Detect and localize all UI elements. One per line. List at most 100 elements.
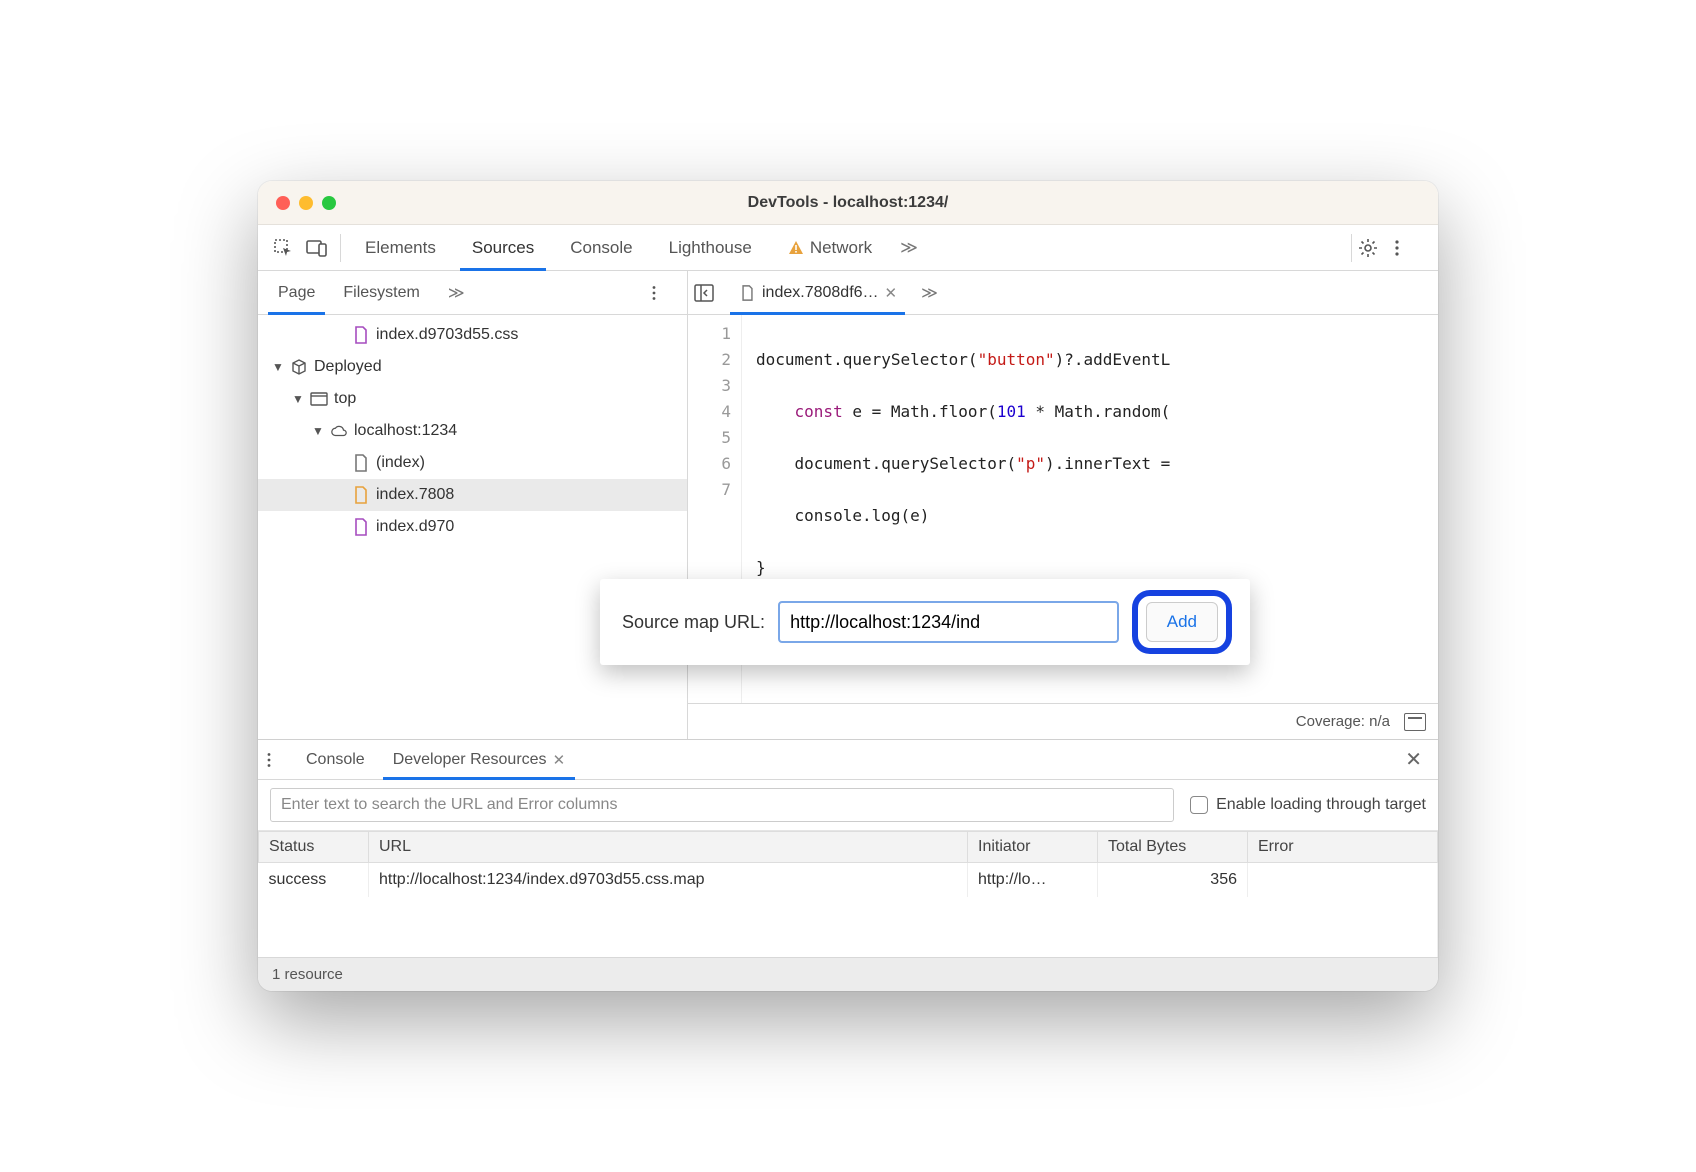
content-row: Page Filesystem ≫ index.d9703d55.css ▼ D… [258, 271, 1438, 739]
css-file-icon [352, 517, 370, 537]
close-tab-icon[interactable]: ✕ [553, 751, 566, 769]
inspect-element-icon[interactable] [266, 231, 300, 265]
tab-console-label: Console [570, 238, 632, 258]
caret-icon: ▼ [272, 360, 284, 374]
file-label: index.7808 [376, 486, 454, 504]
cloud-icon [330, 421, 348, 441]
file-tree: index.d9703d55.css ▼ Deployed ▼ top ▼ lo… [258, 315, 687, 739]
editor-more-tabs[interactable]: ≫ [911, 271, 948, 314]
col-label: Initiator [978, 838, 1030, 855]
more-options-button[interactable] [1394, 239, 1430, 257]
enable-loading-checkbox[interactable]: Enable loading through target [1190, 796, 1426, 814]
cell-initiator: http://lo… [968, 863, 1098, 898]
expand-pane-icon[interactable] [1404, 713, 1426, 731]
code-text: document.querySelector( [756, 454, 1016, 473]
css-file-icon [352, 325, 370, 345]
tab-console[interactable]: Console [552, 225, 650, 270]
search-input[interactable] [270, 788, 1174, 822]
cell-total-bytes: 356 [1098, 863, 1248, 898]
sidebar-more-tabs[interactable]: ≫ [434, 271, 479, 314]
device-toggle-icon[interactable] [300, 231, 334, 265]
line-number: 6 [688, 451, 731, 477]
sidebar-tab-page[interactable]: Page [264, 271, 329, 314]
line-number: 7 [688, 477, 731, 503]
code-text: ).innerText = [1045, 454, 1170, 473]
tab-elements[interactable]: Elements [347, 225, 454, 270]
main-toolbar: Elements Sources Console Lighthouse Netw… [258, 225, 1438, 271]
checkbox-icon [1190, 796, 1208, 814]
cube-icon [290, 357, 308, 377]
devtools-window: DevTools - localhost:1234/ Elements Sour… [258, 181, 1438, 991]
code-text: )?.addEventL [1055, 350, 1171, 369]
file-css-2[interactable]: index.d970 [258, 511, 687, 543]
tree-host[interactable]: ▼ localhost:1234 [258, 415, 687, 447]
tree-deployed[interactable]: ▼ Deployed [258, 351, 687, 383]
status-text: 1 resource [272, 966, 343, 983]
drawer: Console Developer Resources ✕ ✕ Enable l… [258, 739, 1438, 991]
sources-sidebar: Page Filesystem ≫ index.d9703d55.css ▼ D… [258, 271, 688, 739]
tab-sources-label: Sources [472, 238, 534, 258]
code-number: 101 [997, 402, 1026, 421]
col-error[interactable]: Error [1248, 832, 1438, 863]
js-file-icon [352, 485, 370, 505]
editor-tabs: index.7808df6… ✕ ≫ [688, 271, 1438, 315]
cell-status: success [259, 863, 369, 898]
drawer-tabs: Console Developer Resources ✕ ✕ [258, 740, 1438, 780]
col-label: URL [379, 838, 411, 855]
line-number: 5 [688, 425, 731, 451]
document-icon [738, 283, 756, 303]
tab-lighthouse[interactable]: Lighthouse [651, 225, 770, 270]
code-text: e = Math.floor( [843, 402, 997, 421]
coverage-label: Coverage: n/a [1296, 713, 1390, 730]
editor-tab-active[interactable]: index.7808df6… ✕ [728, 271, 907, 314]
sidebar-tab-page-label: Page [278, 284, 315, 302]
file-index[interactable]: (index) [258, 447, 687, 479]
file-css[interactable]: index.d9703d55.css [258, 319, 687, 351]
editor-tab-label: index.7808df6… [762, 284, 879, 302]
tree-top[interactable]: ▼ top [258, 383, 687, 415]
tree-label: localhost:1234 [354, 422, 457, 440]
source-map-url-input[interactable] [779, 602, 1118, 642]
drawer-close-button[interactable]: ✕ [1397, 747, 1430, 772]
editor-pane: index.7808df6… ✕ ≫ 1 2 3 4 5 6 7 documen… [688, 271, 1438, 739]
caret-icon: ▼ [292, 392, 304, 406]
col-label: Status [269, 838, 314, 855]
code-string: "button" [978, 350, 1055, 369]
caret-icon: ▼ [312, 424, 324, 438]
code-text: } [756, 558, 766, 577]
file-label: index.d9703d55.css [376, 326, 518, 344]
col-total-bytes[interactable]: Total Bytes [1098, 832, 1248, 863]
col-initiator[interactable]: Initiator [968, 832, 1098, 863]
tab-elements-label: Elements [365, 238, 436, 258]
sidebar-options-button[interactable] [651, 285, 681, 301]
col-status[interactable]: Status [259, 832, 369, 863]
drawer-tab-dev-resources[interactable]: Developer Resources ✕ [379, 740, 579, 779]
drawer-tab-console[interactable]: Console [292, 740, 379, 779]
sidebar-tab-filesystem[interactable]: Filesystem [329, 271, 433, 314]
add-button-highlight: Add [1132, 590, 1232, 654]
code-string: "p" [1016, 454, 1045, 473]
resources-table: Status URL Initiator Total Bytes Error s… [258, 831, 1438, 957]
add-button-label: Add [1167, 612, 1197, 631]
line-number: 4 [688, 399, 731, 425]
file-label: index.d970 [376, 518, 454, 536]
table-row[interactable]: success http://localhost:1234/index.d970… [259, 863, 1438, 898]
tab-sources[interactable]: Sources [454, 225, 552, 270]
col-url[interactable]: URL [369, 832, 968, 863]
warning-icon [788, 240, 804, 256]
more-tabs-button[interactable]: ≫ [890, 225, 928, 270]
line-number: 1 [688, 321, 731, 347]
checkbox-label: Enable loading through target [1216, 796, 1426, 814]
drawer-tab-label: Developer Resources [393, 751, 547, 769]
close-tab-icon[interactable]: ✕ [885, 284, 898, 302]
tab-network[interactable]: Network [770, 225, 890, 270]
toggle-navigator-icon[interactable] [694, 284, 724, 302]
coverage-bar: Coverage: n/a [688, 703, 1438, 739]
popup-label: Source map URL: [622, 612, 765, 633]
drawer-options-button[interactable] [266, 752, 292, 768]
divider [340, 234, 341, 262]
document-icon [352, 453, 370, 473]
add-button[interactable]: Add [1146, 602, 1218, 642]
file-js[interactable]: index.7808 [258, 479, 687, 511]
settings-button[interactable] [1358, 238, 1394, 258]
